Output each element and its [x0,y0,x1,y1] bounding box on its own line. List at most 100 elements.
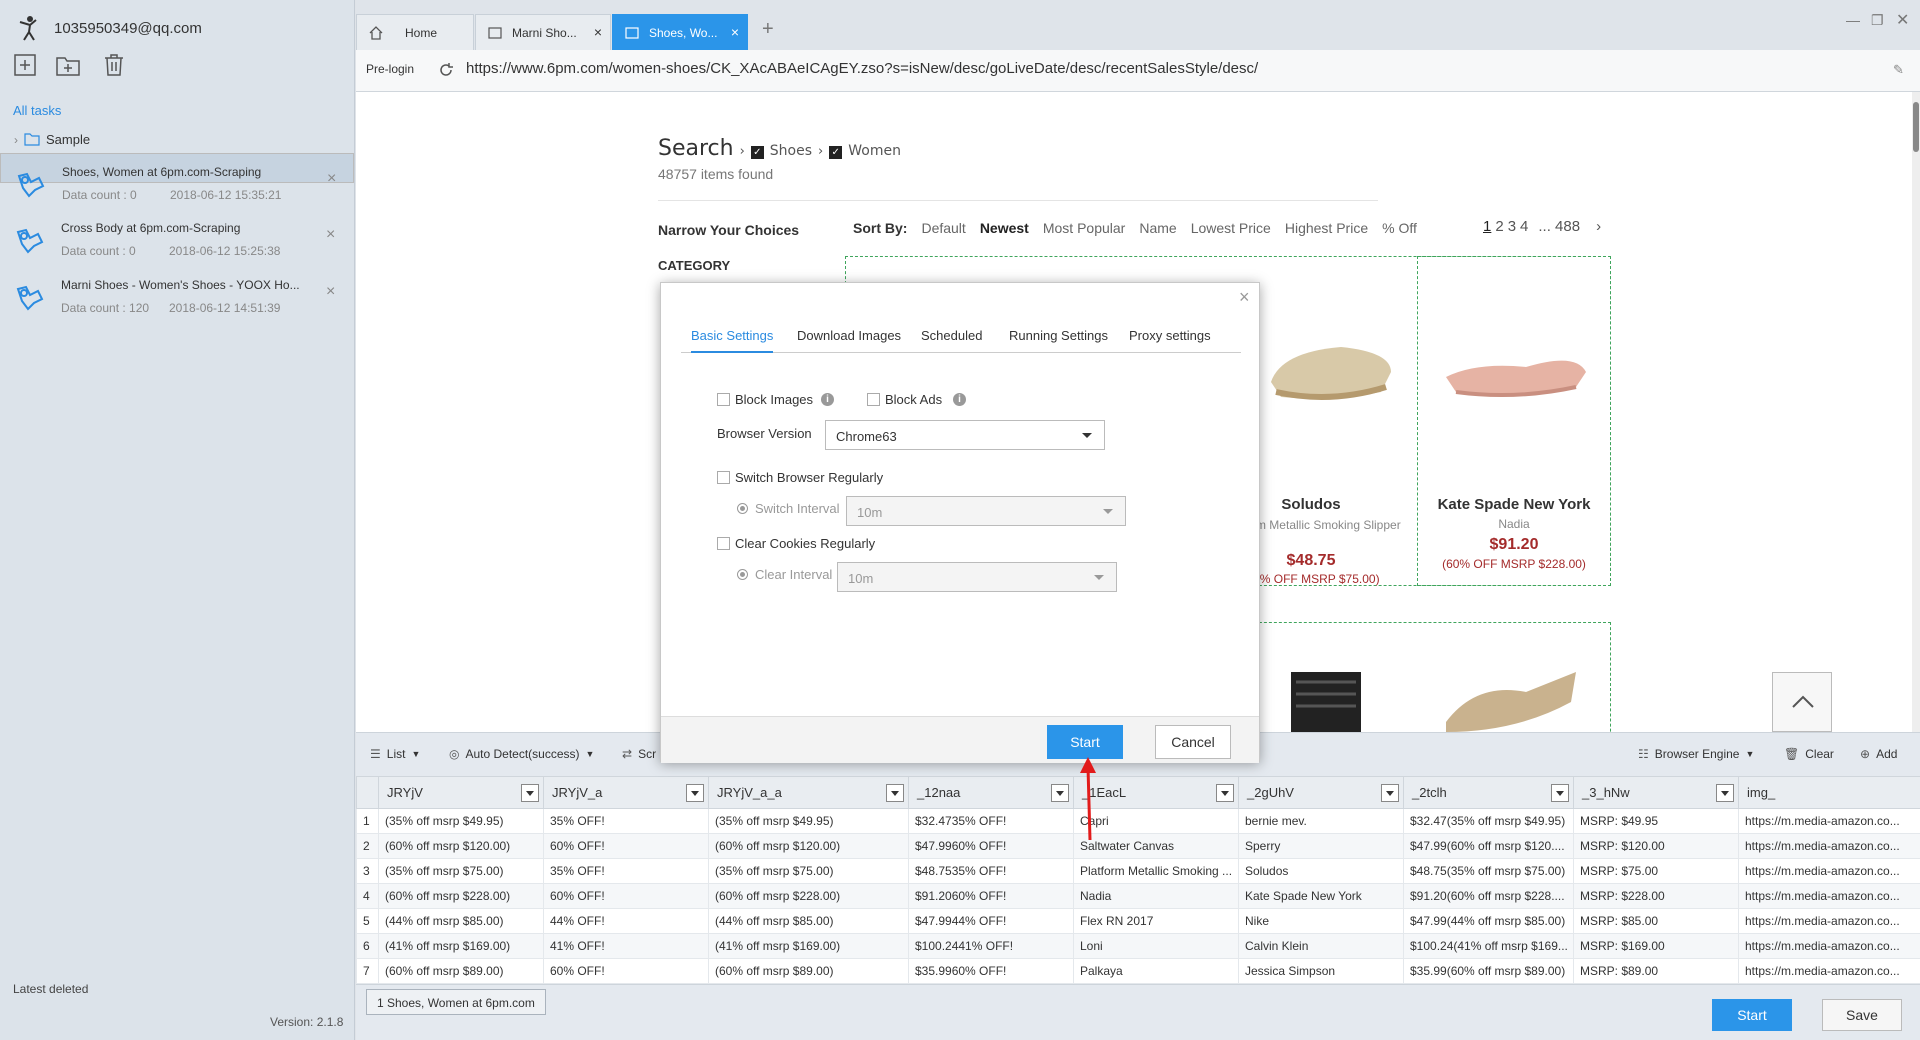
refresh-icon[interactable] [438,62,454,78]
table-cell[interactable]: Kate Spade New York [1238,883,1404,909]
table-cell[interactable]: Nike [1238,908,1404,934]
page-link[interactable]: 2 [1495,218,1503,235]
tab-proxy-settings[interactable]: Proxy settings [1129,327,1211,353]
clear-interval-radio[interactable] [737,569,748,580]
product-name[interactable]: Nadia [1419,517,1609,531]
table-cell[interactable]: (44% off msrp $85.00) [708,908,909,934]
table-cell[interactable]: 60% OFF! [543,833,709,859]
column-dropdown-icon[interactable] [1051,784,1069,802]
table-cell[interactable]: (35% off msrp $75.00) [378,858,544,884]
table-row[interactable]: 5 (44% off msrp $85.00) 44% OFF! (44% off m… [356,908,1920,934]
task-item[interactable]: Shoes, Women at 6pm.com-Scraping Data co… [0,153,354,202]
column-dropdown-icon[interactable] [1381,784,1399,802]
table-cell[interactable]: https://m.media-amazon.co... [1738,883,1920,909]
table-cell[interactable]: (35% off msrp $49.95) [708,808,909,834]
table-cell[interactable]: Sperry [1238,833,1404,859]
close-icon[interactable]: × [326,283,335,301]
table-cell[interactable]: https://m.media-amazon.co... [1738,833,1920,859]
close-icon[interactable]: × [731,24,739,40]
table-cell[interactable]: https://m.media-amazon.co... [1738,808,1920,834]
sort-popular[interactable]: Most Popular [1043,220,1125,236]
table-cell[interactable]: MSRP: $49.95 [1573,808,1739,834]
table-cell[interactable]: 35% OFF! [543,808,709,834]
row-number[interactable]: 6 [356,933,379,959]
table-cell[interactable]: Loni [1073,933,1239,959]
latest-deleted-link[interactable]: Latest deleted [13,982,88,996]
add-button[interactable]: ⊕ Add [1860,747,1897,761]
switch-browser-checkbox[interactable] [717,471,730,484]
table-cell[interactable]: $47.99(44% off msrp $85.00) [1403,908,1574,934]
save-button[interactable]: Save [1822,999,1902,1031]
edit-icon[interactable]: ✎ [1893,62,1904,78]
column-dropdown-icon[interactable] [886,784,904,802]
sort-newest[interactable]: Newest [980,220,1029,236]
table-cell[interactable]: (44% off msrp $85.00) [378,908,544,934]
table-cell[interactable]: $48.75(35% off msrp $75.00) [1403,858,1574,884]
table-cell[interactable]: https://m.media-amazon.co... [1738,908,1920,934]
tab-basic-settings[interactable]: Basic Settings [691,327,774,353]
category-heading[interactable]: CATEGORY [658,258,730,273]
product-brand[interactable]: Kate Spade New York [1419,496,1609,513]
row-number[interactable]: 2 [356,833,379,859]
page-scrollbar[interactable] [1912,92,1920,732]
table-cell[interactable]: $35.99(60% off msrp $89.00) [1403,958,1574,984]
info-icon[interactable]: i [821,393,834,406]
table-cell[interactable]: (60% off msrp $89.00) [378,958,544,984]
page-link[interactable]: ... 488 [1538,218,1580,235]
task-item[interactable]: Marni Shoes - Women's Shoes - YOOX Ho...… [0,267,354,324]
cancel-button[interactable]: Cancel [1155,725,1231,759]
row-number[interactable]: 4 [356,883,379,909]
column-header[interactable]: JRYjV_a_a [708,776,909,809]
column-header[interactable]: _2gUhV [1238,776,1404,809]
table-cell[interactable]: 41% OFF! [543,933,709,959]
url-input[interactable]: https://www.6pm.com/women-shoes/CK_XAcAB… [466,60,1258,77]
product-image[interactable] [1261,332,1401,412]
table-cell[interactable]: $100.24(41% off msrp $169... [1403,933,1574,959]
table-cell[interactable]: $47.99(60% off msrp $120.... [1403,833,1574,859]
table-cell[interactable]: $100.2441% OFF! [908,933,1074,959]
table-cell[interactable]: (41% off msrp $169.00) [378,933,544,959]
switch-interval-select[interactable]: 10m [846,496,1126,526]
row-number[interactable]: 7 [356,958,379,984]
table-row[interactable]: 1 (35% off msrp $49.95) 35% OFF! (35% off m… [356,808,1920,834]
table-cell[interactable]: (60% off msrp $89.00) [708,958,909,984]
table-cell[interactable]: $32.4735% OFF! [908,808,1074,834]
product-image[interactable] [1436,662,1586,732]
info-icon[interactable]: i [953,393,966,406]
table-cell[interactable]: Nadia [1073,883,1239,909]
table-cell[interactable]: Palkaya [1073,958,1239,984]
column-dropdown-icon[interactable] [1551,784,1569,802]
scroll-button[interactable]: ⇄ Scr [622,747,656,761]
tab-scheduled[interactable]: Scheduled [921,327,982,353]
table-cell[interactable]: $91.2060% OFF! [908,883,1074,909]
browser-version-select[interactable]: Chrome63 [825,420,1105,450]
table-cell[interactable]: MSRP: $120.00 [1573,833,1739,859]
table-cell[interactable]: $91.20(60% off msrp $228.... [1403,883,1574,909]
scroll-top-button[interactable] [1772,672,1832,732]
tab-marni[interactable]: Marni Sho... × [475,14,611,50]
row-number[interactable]: 3 [356,858,379,884]
table-cell[interactable]: MSRP: $169.00 [1573,933,1739,959]
table-cell[interactable]: $47.9944% OFF! [908,908,1074,934]
list-dropdown[interactable]: ☰ List ▼ [370,747,420,761]
table-cell[interactable]: MSRP: $75.00 [1573,858,1739,884]
task-tab[interactable]: 1 Shoes, Women at 6pm.com [366,989,546,1015]
table-cell[interactable]: (41% off msrp $169.00) [708,933,909,959]
browser-engine-dropdown[interactable]: ☷ Browser Engine ▼ [1638,747,1754,761]
all-tasks-link[interactable]: All tasks [13,103,61,118]
column-header[interactable]: _2tclh [1403,776,1574,809]
table-cell[interactable]: (60% off msrp $228.00) [708,883,909,909]
column-header[interactable]: _12naa [908,776,1074,809]
clear-interval-select[interactable]: 10m [837,562,1117,592]
column-header[interactable]: JRYjV [378,776,544,809]
table-cell[interactable]: https://m.media-amazon.co... [1738,933,1920,959]
chevron-right-icon[interactable]: › [1596,218,1601,235]
column-header[interactable]: img_ [1738,776,1920,809]
task-item[interactable]: Cross Body at 6pm.com-Scraping Data coun… [0,210,354,267]
table-cell[interactable]: Calvin Klein [1238,933,1404,959]
table-cell[interactable]: $48.7535% OFF! [908,858,1074,884]
table-row[interactable]: 6 (41% off msrp $169.00) 41% OFF! (41% off … [356,933,1920,959]
column-header[interactable]: _3_hNw [1573,776,1739,809]
close-icon[interactable]: × [327,170,336,188]
table-cell[interactable]: 44% OFF! [543,908,709,934]
